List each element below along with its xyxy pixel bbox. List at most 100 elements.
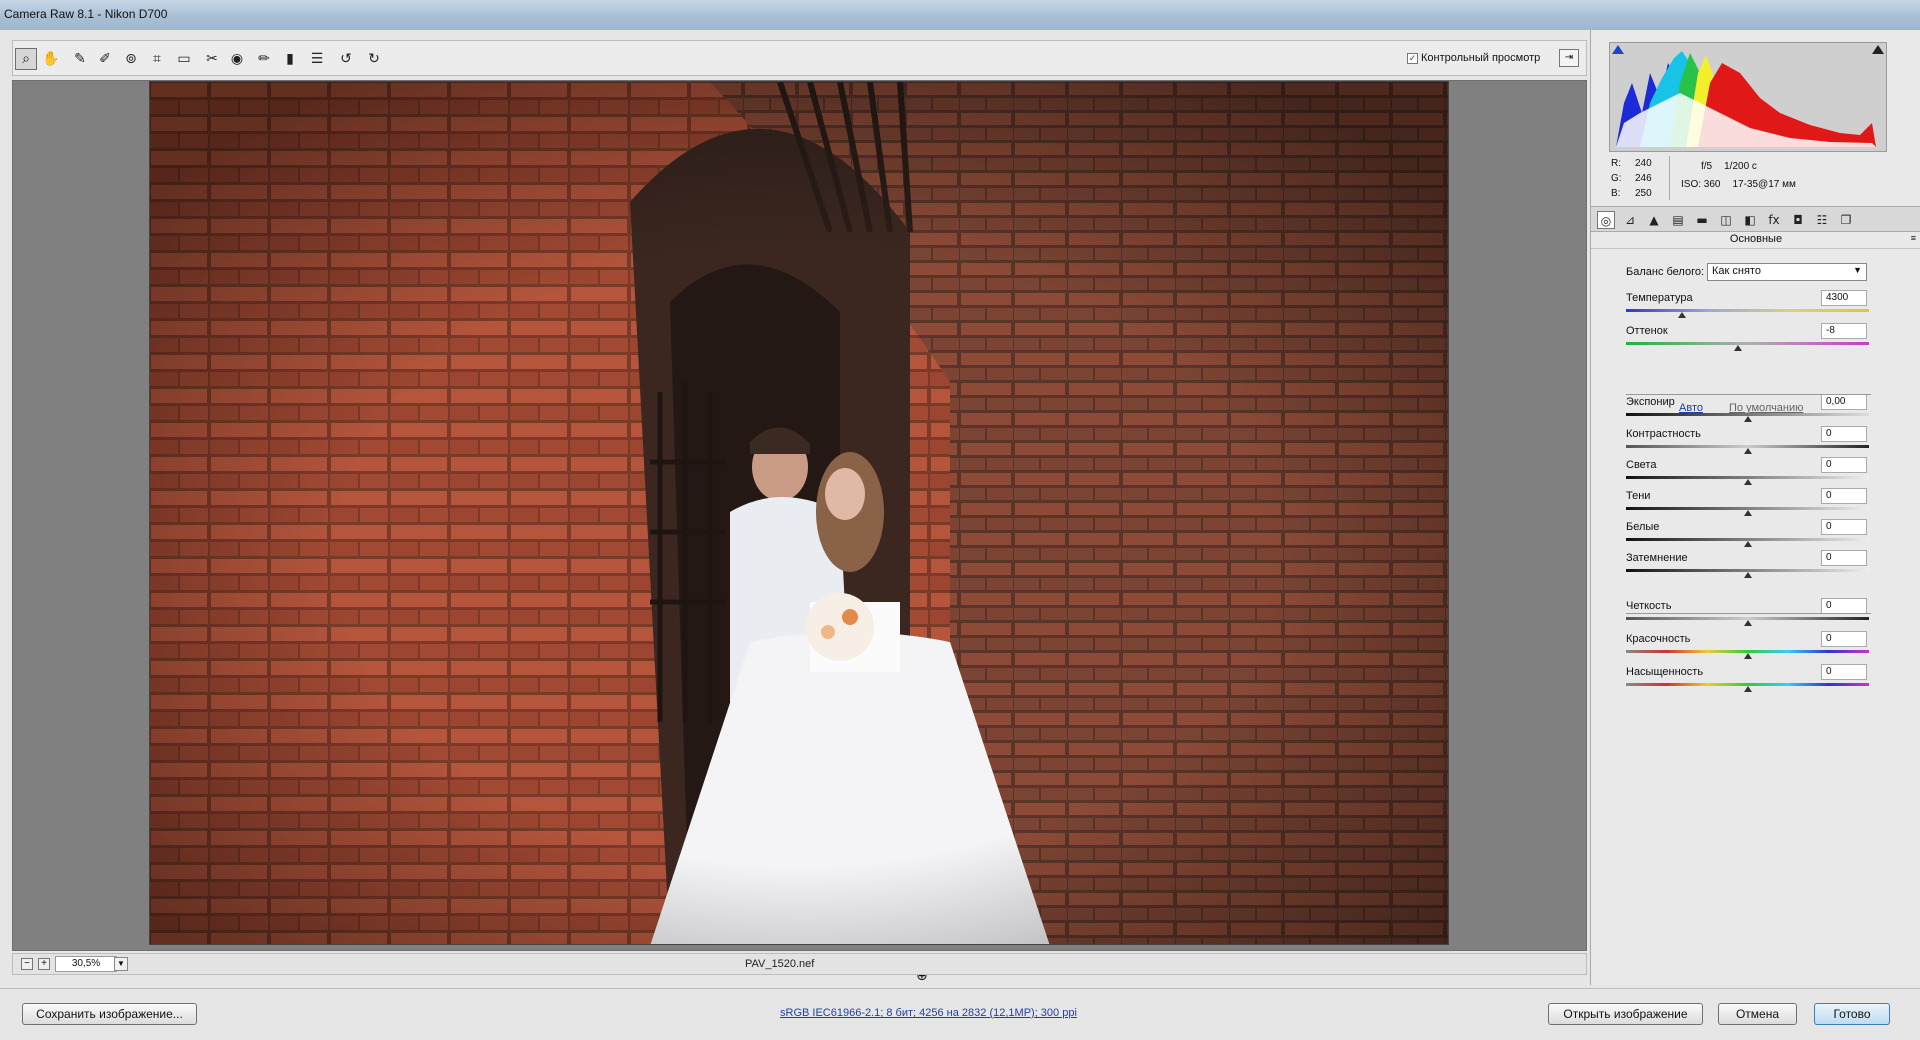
slider-value-field[interactable]: 0 — [1821, 598, 1867, 614]
rgb-readout: R: 240 G: 246 B: 250 f/5 1/200 с ISO: 360 1… — [1611, 156, 1901, 202]
shadow-clipping-icon[interactable] — [1612, 45, 1624, 54]
tab-detail-icon[interactable]: ▲ — [1645, 211, 1663, 229]
slider-label: Насыщенность — [1626, 666, 1704, 678]
crop-tool-icon[interactable]: ⌗ — [146, 48, 168, 70]
slider-track[interactable] — [1626, 445, 1869, 454]
rotate-right-icon[interactable]: ↻ — [363, 48, 385, 70]
slider-thumb[interactable] — [1733, 345, 1742, 351]
open-image-button[interactable]: Открыть изображение — [1548, 1003, 1703, 1025]
readout-divider — [1669, 156, 1670, 200]
fullscreen-icon[interactable]: ⇥ — [1559, 49, 1579, 67]
slider-track[interactable] — [1626, 617, 1869, 626]
slider-value-field[interactable]: -8 — [1821, 323, 1867, 339]
slider-thumb[interactable] — [1677, 312, 1686, 318]
slider-thumb[interactable] — [1743, 479, 1752, 485]
slider-value-field[interactable]: 0,00 — [1821, 394, 1867, 410]
preferences-icon[interactable]: ☰ — [306, 48, 328, 70]
slider-value-field[interactable]: 0 — [1821, 426, 1867, 442]
slider-track[interactable] — [1626, 683, 1869, 692]
slider-track[interactable] — [1626, 507, 1869, 516]
slider-label: Четкость — [1626, 600, 1672, 612]
targeted-adjustment-icon[interactable]: ⊚ — [120, 48, 142, 70]
file-name: PAV_1520.nef — [745, 958, 815, 970]
g-value: 246 — [1635, 173, 1652, 184]
graduated-filter-icon[interactable]: ▮ — [279, 48, 301, 70]
slider-value-field[interactable]: 0 — [1821, 550, 1867, 566]
slider-track[interactable] — [1626, 342, 1869, 351]
tab-effects-icon[interactable]: fx — [1765, 211, 1783, 229]
rotate-left-icon[interactable]: ↺ — [335, 48, 357, 70]
slider-thumb[interactable] — [1743, 572, 1752, 578]
tab-presets-icon[interactable]: ☷ — [1813, 211, 1831, 229]
zoom-level-field[interactable]: 30,5% — [55, 956, 117, 972]
white-balance-tool-icon[interactable]: ✎ — [69, 48, 91, 70]
tab-camera-icon[interactable]: ◘ — [1789, 211, 1807, 229]
wedding-photo-image — [150, 82, 1448, 944]
done-button[interactable]: Готово — [1814, 1003, 1890, 1025]
adjustment-brush-icon[interactable]: ✏ — [253, 48, 275, 70]
color-sampler-tool-icon[interactable]: ✐ — [94, 48, 116, 70]
slider-label: Оттенок — [1626, 325, 1668, 337]
tab-hsl-icon[interactable]: ▤ — [1669, 211, 1687, 229]
slider-thumb[interactable] — [1743, 448, 1752, 454]
slider-value-field[interactable]: 0 — [1821, 664, 1867, 680]
straighten-tool-icon[interactable]: ▭ — [173, 48, 195, 70]
slider-track[interactable] — [1626, 309, 1869, 318]
g-label: G: — [1611, 173, 1622, 184]
slider-label: Контрастность — [1626, 428, 1701, 440]
tab-split-toning-icon[interactable]: ▬ — [1693, 211, 1711, 229]
spot-removal-icon[interactable]: ✂ — [201, 48, 223, 70]
white-balance-value: Как снято — [1712, 265, 1761, 277]
camera-raw-dialog: ⌕ ✋ ✎ ✐ ⊚ ⌗ ▭ ✂ ◉ ✏ ▮ ☰ ↺ ↻ ✓ Контрольны… — [0, 30, 1920, 1040]
red-eye-icon[interactable]: ◉ — [226, 48, 248, 70]
tab-basic-icon[interactable]: ◎ — [1597, 211, 1615, 229]
bottom-bar: Сохранить изображение... sRGB IEC61966-2… — [0, 988, 1920, 1040]
highlight-clipping-icon[interactable] — [1872, 45, 1884, 54]
slider-track[interactable] — [1626, 650, 1869, 659]
zoom-dropdown-icon[interactable]: ▼ — [114, 957, 128, 971]
slider-track[interactable] — [1626, 569, 1869, 578]
r-value: 240 — [1635, 158, 1652, 169]
slider-value-field[interactable]: 0 — [1821, 457, 1867, 473]
zoom-in-button[interactable]: + — [38, 958, 50, 970]
save-image-button[interactable]: Сохранить изображение... — [22, 1003, 197, 1025]
hand-tool-icon[interactable]: ✋ — [40, 48, 62, 70]
aperture: f/5 — [1701, 161, 1713, 172]
preview-checkbox[interactable]: ✓ — [1407, 52, 1418, 64]
auto-link[interactable]: Авто — [1679, 402, 1703, 414]
workflow-options-link[interactable]: sRGB IEC61966-2.1; 8 бит; 4256 на 2832 (… — [780, 1007, 1077, 1019]
tab-snapshots-icon[interactable]: ❐ — [1837, 211, 1855, 229]
lens: 17-35@17 мм — [1732, 179, 1796, 190]
tab-lens-icon[interactable]: ◫ — [1717, 211, 1735, 229]
preview-area: ⌕ ✋ ✎ ✐ ⊚ ⌗ ▭ ✂ ◉ ✏ ▮ ☰ ↺ ↻ ✓ Контрольны… — [12, 40, 1587, 985]
r-label: R: — [1611, 158, 1621, 169]
default-link[interactable]: По умолчанию — [1729, 402, 1803, 414]
slider-track[interactable] — [1626, 476, 1869, 485]
zoom-tool-icon[interactable]: ⌕ — [15, 48, 37, 70]
panel-menu-icon[interactable]: ≡ — [1911, 233, 1916, 243]
shutter-speed: 1/200 с — [1724, 161, 1757, 172]
section-divider — [1626, 613, 1871, 614]
tab-calibration-icon[interactable]: ◧ — [1741, 211, 1759, 229]
slider-thumb[interactable] — [1743, 653, 1752, 659]
white-balance-select[interactable]: Как снято ▼ — [1707, 263, 1867, 281]
preview-label: Контрольный просмотр — [1421, 52, 1541, 64]
zoom-out-button[interactable]: − — [21, 958, 33, 970]
slider-thumb[interactable] — [1743, 620, 1752, 626]
slider-thumb[interactable] — [1743, 416, 1752, 422]
slider-thumb[interactable] — [1743, 686, 1752, 692]
preview-toggle[interactable]: ✓ Контрольный просмотр — [1407, 52, 1540, 64]
tab-tone-curve-icon[interactable]: ⊿ — [1621, 211, 1639, 229]
slider-value-field[interactable]: 0 — [1821, 631, 1867, 647]
slider-thumb[interactable] — [1743, 510, 1752, 516]
b-label: B: — [1611, 188, 1621, 199]
cancel-button[interactable]: Отмена — [1718, 1003, 1797, 1025]
slider-value-field[interactable]: 0 — [1821, 519, 1867, 535]
slider-thumb[interactable] — [1743, 541, 1752, 547]
image-canvas[interactable]: ⊕ — [12, 80, 1587, 984]
slider-label: Температура — [1626, 292, 1693, 304]
panel-title: Основные — [1591, 233, 1920, 249]
slider-track[interactable] — [1626, 538, 1869, 547]
slider-value-field[interactable]: 4300 — [1821, 290, 1867, 306]
slider-value-field[interactable]: 0 — [1821, 488, 1867, 504]
